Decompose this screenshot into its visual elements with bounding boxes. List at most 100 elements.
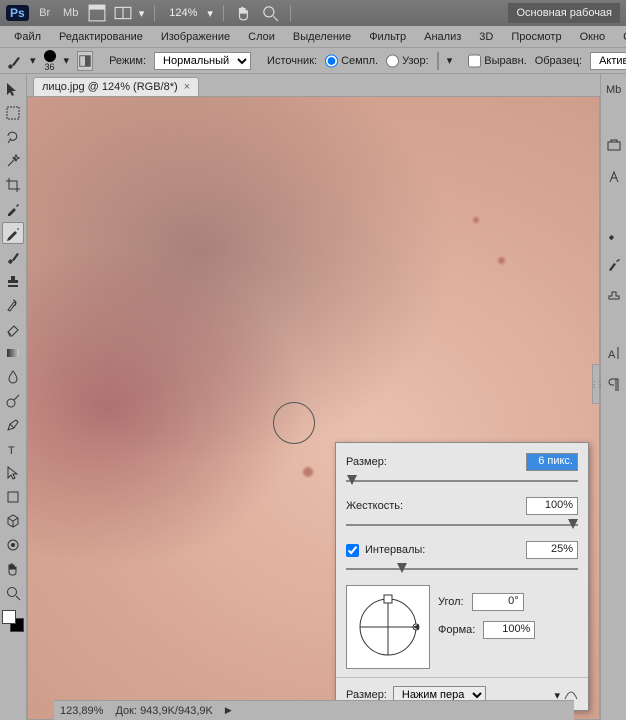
screen-mode-icon[interactable] xyxy=(87,4,107,22)
clone-source-panel-icon[interactable] xyxy=(603,286,625,308)
move-tool-icon[interactable] xyxy=(2,78,24,100)
dodge-tool-icon[interactable] xyxy=(2,390,24,412)
status-bar: 123,89% Док: 943,9K/943,9K ▶ xyxy=(54,700,574,720)
zoom-tool-icon[interactable] xyxy=(2,582,24,604)
history-brush-tool-icon[interactable] xyxy=(2,294,24,316)
menu-edit[interactable]: Редактирование xyxy=(51,28,151,46)
document-tab[interactable]: лицо.jpg @ 124% (RGB/8*) × xyxy=(33,77,199,96)
document-tabs: лицо.jpg @ 124% (RGB/8*) × xyxy=(27,74,600,96)
status-zoom[interactable]: 123,89% xyxy=(60,705,103,717)
menu-filter[interactable]: Фильтр xyxy=(361,28,414,46)
current-tool-icon[interactable] xyxy=(6,53,22,69)
brush-presets-panel-icon[interactable] xyxy=(603,254,625,276)
source-sample-input[interactable] xyxy=(325,52,338,70)
hardness-value-input[interactable]: 100% xyxy=(526,497,578,515)
marquee-tool-icon[interactable] xyxy=(2,102,24,124)
brush-tool-icon[interactable] xyxy=(2,246,24,268)
zoom-tool-icon[interactable] xyxy=(260,4,280,22)
eyedropper-tool-icon[interactable] xyxy=(2,198,24,220)
crop-tool-icon[interactable] xyxy=(2,174,24,196)
svg-text:A: A xyxy=(608,349,616,361)
roundness-value-input[interactable]: 100% xyxy=(483,621,535,639)
chevron-down-icon[interactable]: ▾ xyxy=(139,7,145,20)
chevron-down-icon[interactable]: ▾ xyxy=(207,7,213,20)
lasso-tool-icon[interactable] xyxy=(2,126,24,148)
menu-analysis[interactable]: Анализ xyxy=(416,28,469,46)
blemish-spot xyxy=(498,257,505,264)
pen-tool-icon[interactable] xyxy=(2,414,24,436)
3d-camera-tool-icon[interactable] xyxy=(2,534,24,556)
status-doc-label: Док: xyxy=(115,705,137,717)
zoom-level[interactable]: 124% xyxy=(165,7,201,19)
menu-view[interactable]: Просмотр xyxy=(503,28,569,46)
arrange-dropdown-icon[interactable] xyxy=(113,4,133,22)
type-tool-icon[interactable]: T xyxy=(2,438,24,460)
panel-collapse-grip[interactable] xyxy=(592,364,599,404)
menu-bar: Файл Редактирование Изображение Слои Выд… xyxy=(0,26,626,48)
hand-icon[interactable] xyxy=(234,4,254,22)
fg-color-swatch[interactable] xyxy=(2,610,16,624)
aligned-checkbox[interactable]: Выравн. xyxy=(468,52,526,70)
toggle-panel-button[interactable] xyxy=(77,51,93,71)
menu-file[interactable]: Файл xyxy=(6,28,49,46)
workspace-switcher-button[interactable]: Основная рабочая xyxy=(508,3,620,23)
sample-layers-select[interactable]: Активный xyxy=(590,52,626,70)
brush-settings-panel[interactable]: Размер: 6 пикс. Жесткость: 100% Интервал… xyxy=(335,442,589,711)
wand-tool-icon[interactable] xyxy=(2,150,24,172)
menu-help[interactable]: Спр xyxy=(615,28,626,46)
menu-window[interactable]: Окно xyxy=(572,28,614,46)
close-icon[interactable]: × xyxy=(184,81,190,93)
svg-text:Mb: Mb xyxy=(606,84,621,96)
spacing-slider[interactable] xyxy=(346,563,578,575)
spacing-checkbox[interactable] xyxy=(346,544,359,557)
app-bar: Ps Br Mb ▾ 124% ▾ Основная рабочая xyxy=(0,0,626,26)
blemish-spot xyxy=(303,467,313,477)
canvas[interactable]: Размер: 6 пикс. Жесткость: 100% Интервал… xyxy=(27,96,600,720)
brush-preset-picker[interactable]: 36 xyxy=(44,50,56,72)
character-panel-icon[interactable]: A xyxy=(603,342,625,364)
actions-panel-icon[interactable] xyxy=(603,166,625,188)
tools-panel: T xyxy=(0,74,27,720)
source-pattern-radio[interactable]: Узор: xyxy=(386,52,429,70)
stamp-tool-icon[interactable] xyxy=(2,270,24,292)
gradient-tool-icon[interactable] xyxy=(2,342,24,364)
hand-tool-icon[interactable] xyxy=(2,558,24,580)
menu-layers[interactable]: Слои xyxy=(240,28,283,46)
chevron-down-icon[interactable]: ▾ xyxy=(447,54,453,67)
minibridge-panel-icon[interactable]: Mb xyxy=(603,78,625,100)
healing-brush-tool-icon[interactable] xyxy=(2,222,24,244)
angle-value-input[interactable]: 0° xyxy=(472,593,524,611)
chevron-down-icon[interactable]: ▾ xyxy=(30,54,36,67)
source-pattern-input[interactable] xyxy=(386,52,399,70)
path-select-tool-icon[interactable] xyxy=(2,462,24,484)
size-label: Размер: xyxy=(346,456,526,468)
menu-image[interactable]: Изображение xyxy=(153,28,238,46)
source-sample-radio[interactable]: Семпл. xyxy=(325,52,378,70)
paragraph-panel-icon[interactable] xyxy=(603,374,625,396)
size-value-input[interactable]: 6 пикс. xyxy=(526,453,578,471)
brush-size-value: 36 xyxy=(45,62,55,72)
chevron-down-icon[interactable]: ▾ xyxy=(64,54,70,67)
brush-dot-icon xyxy=(44,50,56,62)
angle-label: Угол: xyxy=(438,596,464,608)
menu-3d[interactable]: 3D xyxy=(471,28,501,46)
size-slider[interactable] xyxy=(346,475,578,487)
brushes-panel-icon[interactable] xyxy=(603,222,625,244)
hardness-slider[interactable] xyxy=(346,519,578,531)
eraser-tool-icon[interactable] xyxy=(2,318,24,340)
bridge-icon[interactable]: Br xyxy=(35,4,55,22)
tab-title: лицо.jpg @ 124% (RGB/8*) xyxy=(42,81,178,93)
aligned-input[interactable] xyxy=(468,52,481,70)
spacing-value-input[interactable]: 25% xyxy=(526,541,578,559)
pattern-swatch[interactable] xyxy=(437,52,439,70)
brush-angle-preview[interactable] xyxy=(346,585,430,669)
mode-select[interactable]: Нормальный xyxy=(154,52,251,70)
blur-tool-icon[interactable] xyxy=(2,366,24,388)
minibridge-icon[interactable]: Mb xyxy=(61,4,81,22)
menu-select[interactable]: Выделение xyxy=(285,28,359,46)
fg-bg-swatches[interactable] xyxy=(2,610,24,632)
shape-tool-icon[interactable] xyxy=(2,486,24,508)
status-menu-icon[interactable]: ▶ xyxy=(225,705,232,716)
history-panel-icon[interactable] xyxy=(603,134,625,156)
3d-tool-icon[interactable] xyxy=(2,510,24,532)
